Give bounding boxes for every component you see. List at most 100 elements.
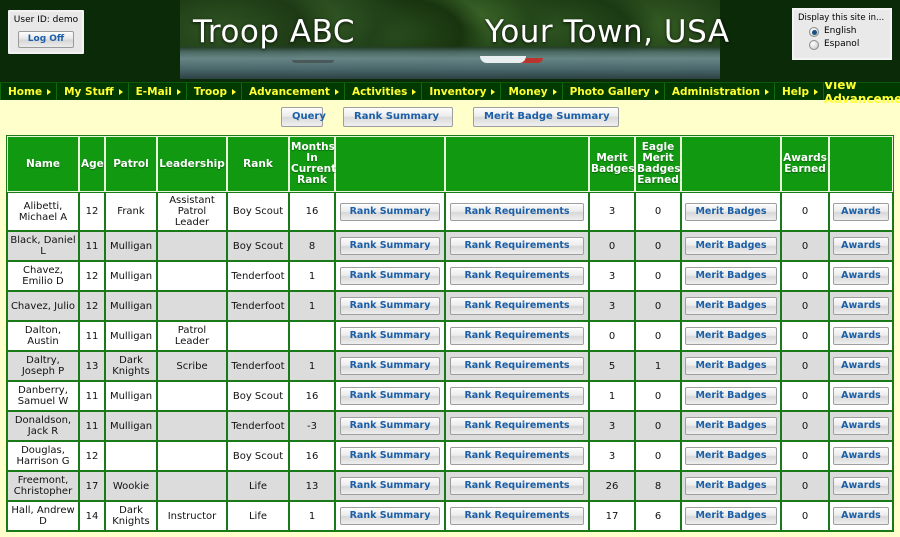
cell-age: 11 [79, 381, 105, 411]
row-awards-button[interactable]: Awards [833, 507, 889, 525]
log-off-button[interactable]: Log Off [17, 31, 75, 48]
nav-item-help[interactable]: Help [775, 83, 825, 100]
row-rank-summary-button[interactable]: Rank Summary [340, 447, 440, 465]
row-awards-button[interactable]: Awards [833, 357, 889, 375]
cell-awards-button: Awards [829, 411, 893, 441]
row-rank-requirements-button[interactable]: Rank Requirements [450, 477, 584, 495]
column-header-name[interactable]: Name [7, 136, 79, 192]
column-header-eagle-merit-badges-earned[interactable]: Eagle Merit Badges Earned [635, 136, 681, 192]
row-awards-button[interactable]: Awards [833, 327, 889, 345]
nav-item-e-mail[interactable]: E-Mail [128, 83, 187, 100]
row-rank-summary-button[interactable]: Rank Summary [340, 387, 440, 405]
column-header-rank-summary [335, 136, 445, 192]
cell-patrol: Frank [105, 192, 157, 231]
column-header-age[interactable]: Age [79, 136, 105, 192]
cell-rank-requirements: Rank Requirements [445, 471, 589, 501]
column-header-months-in-current-rank[interactable]: Months In Current Rank [289, 136, 336, 192]
cell-awards-button: Awards [829, 261, 893, 291]
radio-icon-english[interactable] [809, 26, 819, 37]
nav-item-administration[interactable]: Administration [664, 83, 775, 100]
row-rank-summary-button[interactable]: Rank Summary [340, 327, 440, 345]
cell-name: Chavez, Emilio D [7, 261, 79, 291]
nav-item-photo-gallery-label: Photo Gallery [569, 85, 650, 98]
nav-item-money-label: Money [508, 85, 548, 98]
row-rank-summary-button[interactable]: Rank Summary [340, 237, 440, 255]
row-awards-button[interactable]: Awards [833, 267, 889, 285]
merit-badge-summary-button[interactable]: Merit Badge Summary [473, 107, 619, 127]
row-rank-requirements-button[interactable]: Rank Requirements [450, 297, 584, 315]
nav-item-administration-label: Administration [671, 85, 760, 98]
cell-merit-badges-button: Merit Badges [681, 501, 781, 531]
row-rank-summary-button[interactable]: Rank Summary [340, 297, 440, 315]
row-awards-button[interactable]: Awards [833, 297, 889, 315]
cell-awards-button: Awards [829, 381, 893, 411]
row-rank-requirements-button[interactable]: Rank Requirements [450, 267, 584, 285]
cell-months-in-current-rank: 1 [289, 351, 335, 381]
column-header-leadership[interactable]: Leadership [157, 136, 227, 192]
nav-item-photo-gallery[interactable]: Photo Gallery [562, 83, 665, 100]
table-row: Black, Daniel L 11 Mulligan Boy Scout 8 Rank … [7, 231, 893, 261]
row-rank-summary-button[interactable]: Rank Summary [340, 357, 440, 375]
cell-eagle-merit-badges: 8 [635, 471, 681, 501]
row-merit-badges-button[interactable]: Merit Badges [685, 357, 777, 375]
row-merit-badges-button[interactable]: Merit Badges [685, 417, 777, 435]
cell-age: 12 [79, 261, 105, 291]
row-merit-badges-button[interactable]: Merit Badges [685, 507, 777, 525]
column-header-awards-earned[interactable]: Awards Earned [781, 136, 829, 192]
row-rank-requirements-button[interactable]: Rank Requirements [450, 417, 584, 435]
row-awards-button[interactable]: Awards [833, 477, 889, 495]
language-option-english[interactable]: English [809, 25, 886, 38]
row-rank-requirements-button[interactable]: Rank Requirements [450, 357, 584, 375]
row-rank-requirements-button[interactable]: Rank Requirements [450, 237, 584, 255]
row-awards-button[interactable]: Awards [833, 202, 889, 221]
rank-summary-button[interactable]: Rank Summary [343, 107, 453, 127]
column-header-merit-badges[interactable]: Merit Badges [589, 136, 635, 192]
cell-awards-button: Awards [829, 192, 893, 231]
row-rank-summary-button[interactable]: Rank Summary [340, 477, 440, 495]
row-awards-button[interactable]: Awards [833, 447, 889, 465]
cell-name: Chavez, Julio [7, 291, 79, 321]
row-merit-badges-button[interactable]: Merit Badges [685, 202, 777, 221]
cell-leadership [157, 231, 227, 261]
cell-name: Hall, Andrew D [7, 501, 79, 531]
row-awards-button[interactable]: Awards [833, 417, 889, 435]
nav-item-activities[interactable]: Activities [344, 83, 423, 100]
nav-item-money[interactable]: Money [501, 83, 563, 100]
row-merit-badges-button[interactable]: Merit Badges [685, 297, 777, 315]
nav-item-troop[interactable]: Troop [186, 83, 242, 100]
row-merit-badges-button[interactable]: Merit Badges [685, 477, 777, 495]
query-button[interactable]: Query [281, 107, 326, 127]
cell-awards-earned: 0 [781, 291, 829, 321]
row-rank-summary-button[interactable]: Rank Summary [340, 267, 440, 285]
nav-item-home[interactable]: Home [0, 83, 58, 100]
row-rank-requirements-button[interactable]: Rank Requirements [450, 507, 584, 525]
row-merit-badges-button[interactable]: Merit Badges [685, 327, 777, 345]
row-merit-badges-button[interactable]: Merit Badges [685, 237, 777, 255]
cell-merit-badges: 0 [589, 321, 635, 351]
nav-item-inventory[interactable]: Inventory [422, 83, 502, 100]
row-merit-badges-button[interactable]: Merit Badges [685, 267, 777, 285]
row-awards-button[interactable]: Awards [833, 387, 889, 405]
row-rank-requirements-button[interactable]: Rank Requirements [450, 327, 584, 345]
nav-item-advancement[interactable]: Advancement [242, 83, 345, 100]
row-rank-requirements-button[interactable]: Rank Requirements [450, 447, 584, 465]
column-header-patrol[interactable]: Patrol [105, 136, 157, 192]
row-merit-badges-button[interactable]: Merit Badges [685, 387, 777, 405]
nav-item-activities-label: Activities [351, 85, 408, 98]
nav-item-my-stuff[interactable]: My Stuff [57, 83, 129, 100]
row-rank-requirements-button[interactable]: Rank Requirements [450, 387, 584, 405]
nav-item-home-label: Home [8, 85, 43, 98]
row-rank-summary-button[interactable]: Rank Summary [340, 202, 440, 221]
cell-age: 12 [79, 192, 105, 231]
cell-merit-badges: 0 [589, 231, 635, 261]
row-merit-badges-button[interactable]: Merit Badges [685, 447, 777, 465]
table-row: Danberry, Samuel W 11 Mulligan Boy Scout 16 R… [7, 381, 893, 411]
row-rank-requirements-button[interactable]: Rank Requirements [450, 202, 584, 221]
radio-icon-espanol[interactable] [809, 39, 819, 50]
cell-leadership [157, 291, 227, 321]
language-option-espanol[interactable]: Espanol [809, 38, 886, 51]
row-awards-button[interactable]: Awards [833, 237, 889, 255]
row-rank-summary-button[interactable]: Rank Summary [340, 507, 440, 525]
row-rank-summary-button[interactable]: Rank Summary [340, 417, 440, 435]
column-header-rank[interactable]: Rank [227, 136, 289, 192]
